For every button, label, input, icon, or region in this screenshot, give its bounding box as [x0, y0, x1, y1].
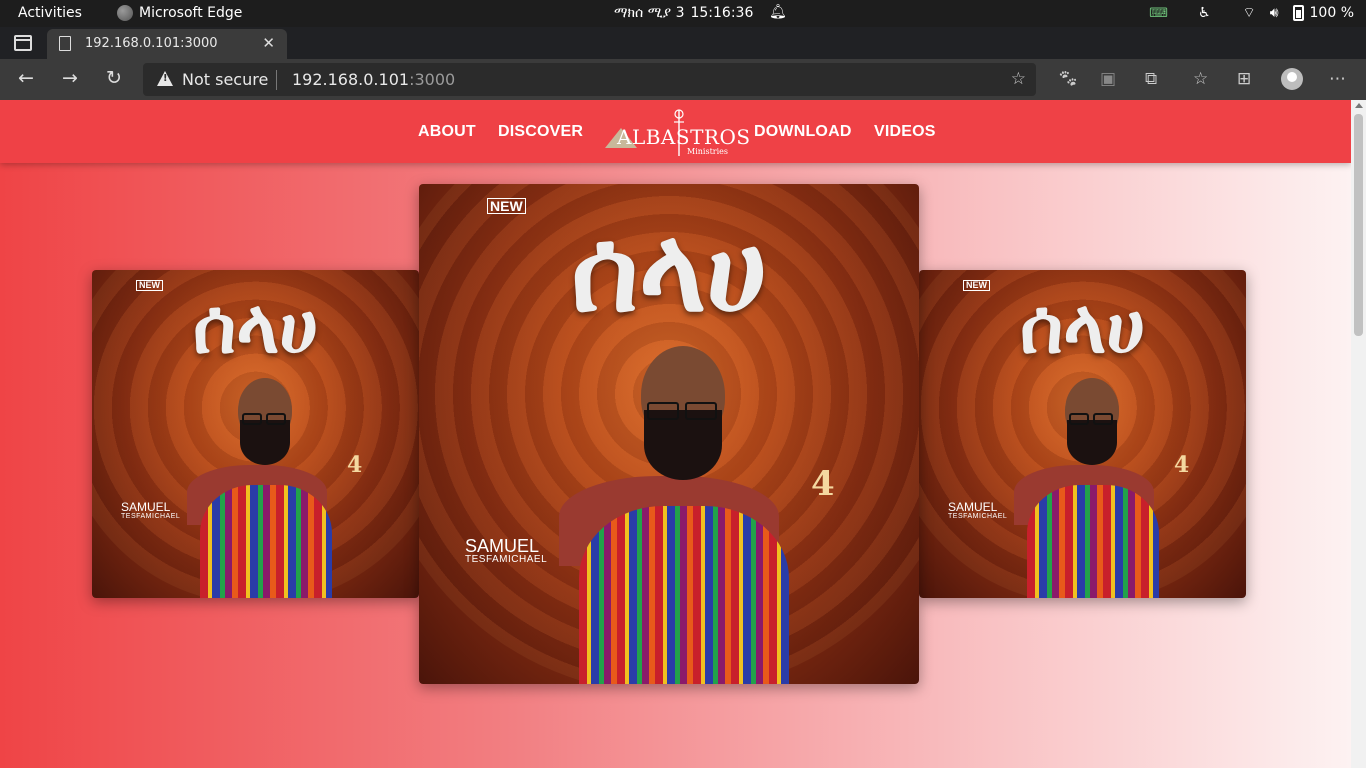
accessibility-icon: ♿︎: [1197, 5, 1211, 21]
artist-shirt: [579, 506, 789, 684]
favorites-icon[interactable]: ☆: [1193, 69, 1208, 89]
profile-icon[interactable]: [1281, 68, 1303, 90]
battery-icon: [1292, 5, 1304, 21]
volume-icon: 🔊︎: [1269, 5, 1279, 21]
artist-name: SAMUEL TESFAMICHAEL: [948, 500, 1008, 520]
url-text[interactable]: 192.168.0.101:3000: [292, 70, 455, 89]
site-header: ABOUT DISCOVER ALBASTROS Ministries DOWN…: [0, 100, 1351, 163]
forward-icon[interactable]: →: [62, 67, 78, 89]
battery-level: 100 %: [1309, 5, 1354, 21]
scrollbar-thumb[interactable]: [1354, 114, 1363, 336]
activities-button[interactable]: Activities: [18, 5, 82, 21]
close-icon[interactable]: ✕: [262, 34, 275, 52]
extension-icon[interactable]: ⧉: [1145, 69, 1157, 89]
artist-shirt: [1027, 485, 1159, 598]
document-icon: [59, 36, 71, 51]
album-cover-center[interactable]: NEW ሰላሀ SAMUEL TESFAMICHAEL 4: [419, 184, 919, 684]
security-label[interactable]: Not secure: [182, 70, 268, 89]
tab-title: 192.168.0.101:3000: [85, 36, 218, 51]
nav-discover[interactable]: DISCOVER: [498, 123, 583, 141]
wifi-icon: ⌔: [1242, 5, 1256, 21]
site-logo[interactable]: ALBASTROS Ministries: [603, 108, 750, 158]
artist-shirt: [200, 485, 332, 598]
album-number: 4: [811, 464, 835, 504]
artist-name: SAMUEL TESFAMICHAEL: [465, 536, 548, 565]
more-icon[interactable]: ⋯: [1329, 69, 1346, 89]
album-number: 4: [347, 452, 363, 478]
reload-icon[interactable]: ↻: [106, 67, 122, 89]
logo-wordmark: ALBASTROS: [617, 125, 751, 149]
logo-subtitle: Ministries: [687, 147, 729, 156]
browser-toolbar: ← → ↻ ! Not secure 192.168.0.101:3000 ☆ …: [0, 59, 1366, 100]
tab-active[interactable]: 192.168.0.101:3000 ✕: [47, 29, 287, 59]
nav-download[interactable]: DOWNLOAD: [754, 123, 852, 141]
address-bar[interactable]: ! Not secure 192.168.0.101:3000 ☆: [143, 63, 1036, 96]
page-scrollbar[interactable]: [1351, 100, 1366, 768]
clock-date: ማክሰ ሚያ 3: [614, 5, 685, 21]
app-menu[interactable]: Microsoft Edge: [117, 5, 242, 21]
bell-icon: 🔔︎: [769, 4, 787, 20]
extension-robot-icon[interactable]: ▣: [1100, 69, 1116, 89]
album-cover-left[interactable]: NEW ሰላሀ SAMUEL TESFAMICHAEL 4: [92, 270, 419, 598]
tab-strip: 192.168.0.101:3000 ✕ + — ■ ✕: [0, 27, 1366, 80]
album-number: 4: [1174, 452, 1190, 478]
system-top-bar: Activities Microsoft Edge ማክሰ ሚያ 3 15:16…: [0, 0, 1366, 27]
back-icon[interactable]: ←: [18, 67, 34, 89]
app-name: Microsoft Edge: [139, 5, 243, 21]
page-viewport: ABOUT DISCOVER ALBASTROS Ministries DOWN…: [0, 100, 1351, 768]
workspace-icon[interactable]: [14, 35, 32, 51]
artist-name: SAMUEL TESFAMICHAEL: [121, 500, 181, 520]
system-tray[interactable]: ⌨ ♿︎ ⌔ 🔊︎ 100 %: [1149, 4, 1354, 22]
clock-time: 15:16:36: [690, 5, 754, 21]
scroll-up-icon[interactable]: [1355, 103, 1363, 108]
album-title: ሰላሀ: [192, 284, 319, 370]
nav-videos[interactable]: VIDEOS: [874, 123, 936, 141]
album-title: ሰላሀ: [1019, 284, 1146, 370]
keyboard-input-icon: ⌨: [1149, 5, 1168, 21]
favorite-add-icon[interactable]: ☆: [1011, 69, 1026, 89]
album-title: ሰላሀ: [570, 202, 768, 338]
clock[interactable]: ማክሰ ሚያ 3 15:16:36: [614, 5, 753, 21]
album-cover-right[interactable]: NEW ሰላሀ SAMUEL TESFAMICHAEL 4: [919, 270, 1246, 598]
edge-icon: [117, 5, 133, 21]
collections-icon[interactable]: ⊞: [1237, 69, 1251, 89]
extension-paw-icon[interactable]: 🐾︎: [1057, 69, 1079, 89]
nav-about[interactable]: ABOUT: [418, 123, 476, 141]
